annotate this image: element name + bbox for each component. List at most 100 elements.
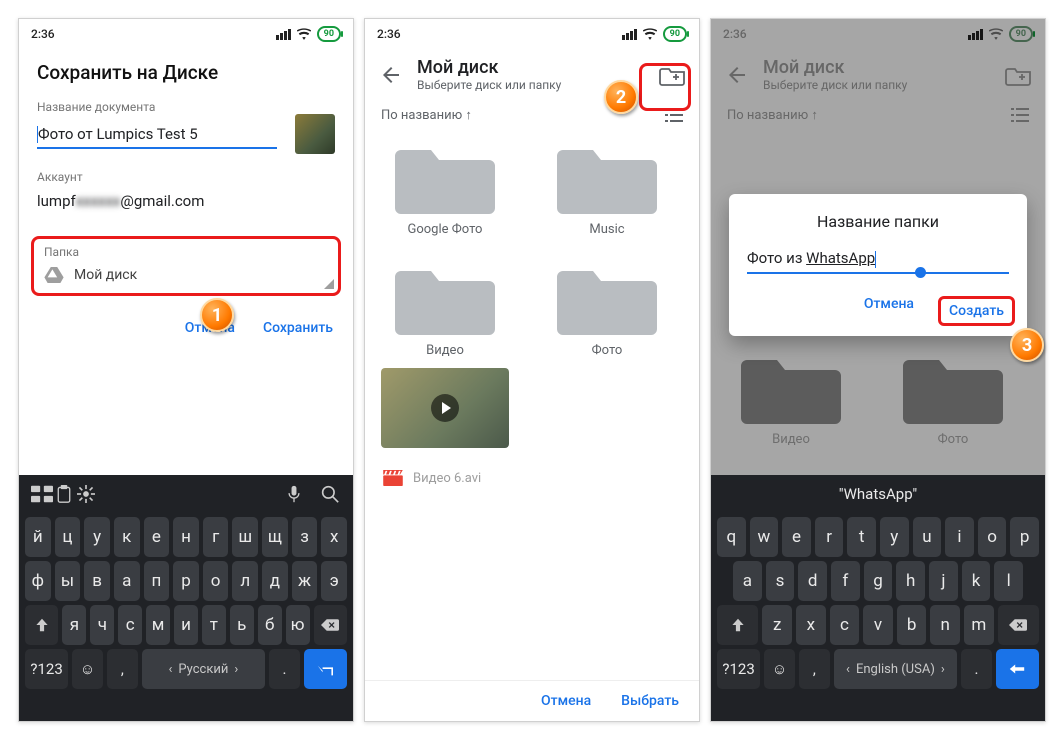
key-г[interactable]: г — [203, 517, 229, 557]
key-з[interactable]: з — [292, 517, 318, 557]
key-л[interactable]: л — [232, 561, 258, 601]
key-u[interactable]: u — [913, 517, 942, 557]
folder-item[interactable]: Google Фото — [381, 138, 509, 237]
document-name-field[interactable]: Фото от Lumpics Test 5 — [37, 119, 277, 150]
key-w[interactable]: w — [750, 517, 779, 557]
key-m[interactable]: m — [964, 605, 994, 645]
keyboard-ru[interactable]: йцукенгшщзх фывапролджэ ячсмитьбю ?123 ☺… — [19, 475, 353, 721]
key-ю[interactable]: ю — [286, 605, 310, 645]
settings-icon[interactable] — [75, 485, 97, 503]
shift-key[interactable] — [25, 605, 58, 645]
sort-by-button[interactable]: По названию ↑ — [381, 107, 472, 123]
keyboard-en[interactable]: "WhatsApp" qwertyuiop asdfghjkl zxcvbnm … — [711, 475, 1045, 721]
key-ч[interactable]: ч — [90, 605, 114, 645]
video-thumbnail[interactable] — [381, 368, 509, 448]
key-р[interactable]: р — [173, 561, 199, 601]
comma-key[interactable]: , — [799, 649, 830, 689]
file-item[interactable]: Видео 6.avi — [383, 470, 681, 486]
key-й[interactable]: й — [25, 517, 51, 557]
back-icon[interactable] — [379, 63, 403, 87]
key-с[interactable]: с — [118, 605, 142, 645]
key-н[interactable]: н — [173, 517, 199, 557]
folder-item[interactable]: Видео — [381, 259, 509, 358]
key-c[interactable]: c — [830, 605, 860, 645]
key-ж[interactable]: ж — [292, 561, 318, 601]
enter-key[interactable] — [304, 649, 347, 689]
key-ф[interactable]: ф — [25, 561, 51, 601]
clipboard-icon[interactable] — [53, 485, 75, 503]
key-щ[interactable]: щ — [262, 517, 288, 557]
key-х[interactable]: х — [321, 517, 347, 557]
account-value[interactable]: lumpfxxxxxx@gmail.com — [37, 184, 335, 218]
folder-item[interactable]: Фото — [543, 259, 671, 358]
choose-button[interactable]: Выбрать — [621, 693, 679, 709]
key-ы[interactable]: ы — [55, 561, 81, 601]
save-button[interactable]: Сохранить — [263, 320, 333, 336]
key-д[interactable]: д — [262, 561, 288, 601]
cancel-button[interactable]: Отмена — [864, 296, 914, 326]
key-j[interactable]: j — [929, 561, 958, 601]
enter-key[interactable] — [996, 649, 1039, 689]
comma-key[interactable]: , — [107, 649, 138, 689]
key-v[interactable]: v — [863, 605, 893, 645]
space-key[interactable]: ‹English (USA)› — [834, 649, 957, 689]
folder-picker[interactable]: Папка Мой диск — [31, 236, 341, 296]
key-м[interactable]: м — [146, 605, 170, 645]
key-q[interactable]: q — [717, 517, 746, 557]
key-б[interactable]: б — [258, 605, 282, 645]
key-а[interactable]: а — [114, 561, 140, 601]
key-э[interactable]: э — [321, 561, 347, 601]
key-p[interactable]: p — [1010, 517, 1039, 557]
period-key[interactable]: . — [269, 649, 300, 689]
key-f[interactable]: f — [831, 561, 860, 601]
key-у[interactable]: у — [84, 517, 110, 557]
create-button[interactable]: Создать — [938, 296, 1015, 326]
key-я[interactable]: я — [62, 605, 86, 645]
text-caret-handle-icon[interactable] — [915, 267, 926, 278]
folder-item[interactable]: Music — [543, 138, 671, 237]
key-ь[interactable]: ь — [230, 605, 254, 645]
emoji-key[interactable]: ☺ — [764, 649, 795, 689]
cancel-button[interactable]: Отмена — [541, 693, 591, 709]
num-key[interactable]: ?123 — [25, 649, 68, 689]
key-s[interactable]: s — [766, 561, 795, 601]
key-x[interactable]: x — [796, 605, 826, 645]
shift-key[interactable] — [717, 605, 758, 645]
key-h[interactable]: h — [896, 561, 925, 601]
key-ш[interactable]: ш — [232, 517, 258, 557]
key-t[interactable]: t — [847, 517, 876, 557]
key-d[interactable]: d — [798, 561, 827, 601]
num-key[interactable]: ?123 — [717, 649, 760, 689]
status-time: 2:36 — [377, 27, 401, 41]
key-i[interactable]: i — [945, 517, 974, 557]
space-key[interactable]: ‹Русский› — [142, 649, 265, 689]
backspace-key[interactable] — [998, 605, 1039, 645]
key-п[interactable]: п — [144, 561, 170, 601]
key-в[interactable]: в — [84, 561, 110, 601]
backspace-key[interactable] — [314, 605, 347, 645]
key-о[interactable]: о — [203, 561, 229, 601]
key-ц[interactable]: ц — [55, 517, 81, 557]
key-n[interactable]: n — [930, 605, 960, 645]
keyboard-options-icon[interactable] — [31, 485, 53, 503]
key-z[interactable]: z — [762, 605, 792, 645]
key-и[interactable]: и — [174, 605, 198, 645]
key-е[interactable]: е — [144, 517, 170, 557]
key-e[interactable]: e — [782, 517, 811, 557]
key-o[interactable]: o — [978, 517, 1007, 557]
key-к[interactable]: к — [114, 517, 140, 557]
key-l[interactable]: l — [994, 561, 1023, 601]
mic-icon[interactable] — [283, 485, 305, 503]
search-icon[interactable] — [319, 485, 341, 503]
period-key[interactable]: . — [961, 649, 992, 689]
key-b[interactable]: b — [897, 605, 927, 645]
key-r[interactable]: r — [815, 517, 844, 557]
keyboard-suggestion[interactable]: "WhatsApp" — [839, 485, 917, 503]
key-k[interactable]: k — [962, 561, 991, 601]
emoji-key[interactable]: ☺ — [72, 649, 103, 689]
key-т[interactable]: т — [202, 605, 226, 645]
key-g[interactable]: g — [864, 561, 893, 601]
key-y[interactable]: y — [880, 517, 909, 557]
folder-name-field[interactable]: Фото из WhatsApp — [747, 249, 1009, 274]
key-a[interactable]: a — [733, 561, 762, 601]
